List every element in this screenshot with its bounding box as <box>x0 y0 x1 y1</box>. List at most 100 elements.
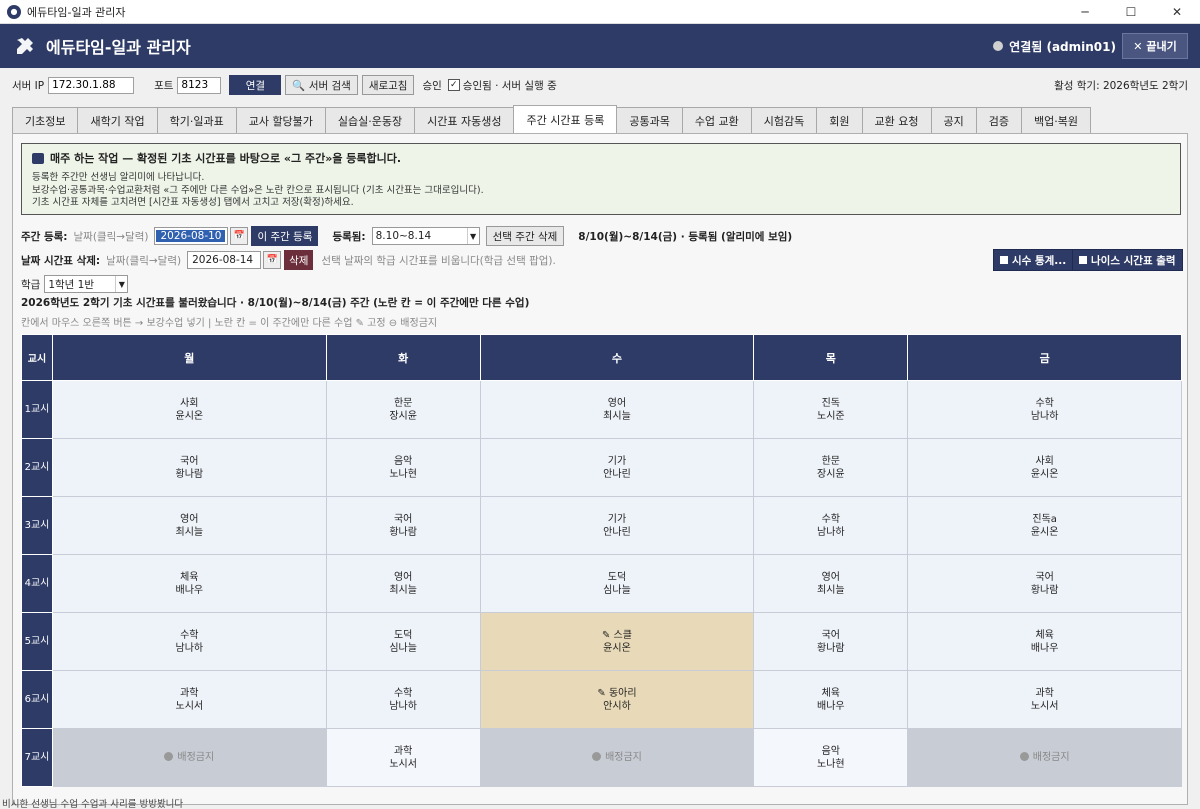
tab-4[interactable]: 실습실·운동장 <box>324 107 416 133</box>
timetable-cell[interactable]: 체육 배나우 <box>753 670 909 729</box>
teacher: 남나하 <box>389 700 417 712</box>
class-select[interactable]: 1학년 1반 ▼ <box>44 275 129 293</box>
tab-10[interactable]: 회원 <box>816 107 863 133</box>
timetable-cell[interactable]: 기가 안나린 <box>479 496 755 555</box>
week-date-hint: 날짜(클릭→달력) <box>73 230 149 243</box>
timetable-cell[interactable]: 진독 노시준 <box>753 380 909 439</box>
timetable-cell[interactable]: 영어 최시늘 <box>52 496 327 555</box>
calendar-icon <box>32 152 44 164</box>
tab-3[interactable]: 교사 할당불가 <box>235 107 326 133</box>
timetable-cell[interactable]: 사회 윤시온 <box>52 380 327 439</box>
subject: 과학 <box>1035 687 1054 699</box>
delete-week-button[interactable]: 선택 주간 삭제 <box>485 226 565 246</box>
timetable-cell[interactable]: 기가 안나린 <box>479 438 755 497</box>
timetable-cell[interactable]: 체육 배나우 <box>907 612 1182 671</box>
timetable-cell[interactable]: ✎ 동아리 안시하 <box>479 670 755 729</box>
exit-button[interactable]: ✕ 끝내기 <box>1122 33 1188 59</box>
tab-7[interactable]: 공통과목 <box>616 107 683 133</box>
tab-9[interactable]: 시험감독 <box>750 107 818 133</box>
day-header: 수 <box>479 334 755 381</box>
nice-print-button[interactable]: 나이스 시간표 출력 <box>1072 249 1183 271</box>
tab-0[interactable]: 기초정보 <box>12 107 79 133</box>
stats-button[interactable]: 시수 통계... <box>993 249 1074 271</box>
timetable-cell[interactable]: 한문 장시윤 <box>753 438 909 497</box>
print-icon <box>1079 256 1087 264</box>
week-calendar-icon[interactable]: 📅 <box>230 227 249 245</box>
connect-button[interactable]: 연결 <box>229 75 282 95</box>
maximize-button[interactable]: ☐ <box>1108 0 1154 24</box>
timetable-cell[interactable]: 과학 노시서 <box>52 670 327 729</box>
register-week-button[interactable]: 이 주간 등록 <box>251 226 319 246</box>
tab-12[interactable]: 공지 <box>930 107 977 133</box>
timetable-cell[interactable]: 도덕 심나늘 <box>479 554 755 613</box>
tab-5[interactable]: 시간표 자동생성 <box>414 107 515 133</box>
server-toolbar: 서버 IP 포트 연결 🔍 서버 검색 새로고침 승인 ✓ 승인됨 · 서버 실… <box>0 68 1200 102</box>
refresh-button[interactable]: 새로고침 <box>361 75 415 95</box>
tab-11[interactable]: 교환 요청 <box>861 107 932 133</box>
timetable-cell[interactable]: 음악 노나현 <box>325 438 481 497</box>
timetable-cell[interactable]: 도덕 심나늘 <box>325 612 481 671</box>
teacher: 배나우 <box>817 700 845 712</box>
registered-week-select[interactable]: 8.10~8.14 ▼ <box>371 227 480 245</box>
teacher: 황나람 <box>389 526 417 538</box>
timetable-cell[interactable]: 국어 황나람 <box>325 496 481 555</box>
timetable-cell[interactable]: 영어 최시늘 <box>325 554 481 613</box>
teacher: 안나린 <box>603 468 631 480</box>
subject: 기가 <box>607 455 627 467</box>
tab-1[interactable]: 새학기 작업 <box>77 107 158 133</box>
timetable-cell[interactable]: 국어 황나람 <box>907 554 1182 613</box>
minimize-button[interactable]: ─ <box>1062 0 1108 24</box>
timetable-cell[interactable]: 과학 노시서 <box>325 728 481 787</box>
subject: 기가 <box>607 513 627 525</box>
timetable-cell[interactable]: 수학 남나하 <box>325 670 481 729</box>
timetable-cell[interactable]: 과학 노시서 <box>907 670 1182 729</box>
tab-14[interactable]: 백업·복원 <box>1021 107 1091 133</box>
timetable-cell[interactable]: 수학 남나하 <box>907 380 1182 439</box>
timetable-cell-blocked[interactable]: 배정금지 <box>479 728 755 787</box>
subject: 체육 <box>821 687 841 699</box>
date-delete-label: 날짜 시간표 삭제: <box>21 254 101 267</box>
tab-2[interactable]: 학기·일과표 <box>156 107 237 133</box>
delete-calendar-icon[interactable]: 📅 <box>263 251 282 269</box>
timetable-cell[interactable]: 음악 노나현 <box>753 728 909 787</box>
app-header: 에듀타임-일과 관리자 연결됨 (admin01) ✕ 끝내기 <box>0 24 1200 68</box>
tab-8[interactable]: 수업 교환 <box>681 107 752 133</box>
period-label: 1교시 <box>21 380 53 439</box>
week-status-text: 8/10(월)~8/14(금) · 등록됨 (알리미에 보임) <box>578 230 793 243</box>
tab-13[interactable]: 검증 <box>975 107 1023 133</box>
timetable-cell[interactable]: 수학 남나하 <box>753 496 909 555</box>
timetable-cell-blocked[interactable]: 배정금지 <box>52 728 327 787</box>
timetable-cell[interactable]: 수학 남나하 <box>52 612 327 671</box>
timetable-cell[interactable]: 국어 황나람 <box>52 438 327 497</box>
tools-icon <box>14 35 36 57</box>
weekly-timetable: 교시 월 화 수 목 금 1교시 사회 윤시온 한문 장시윤 영어 최시늘 진독 노시준 수학 남나하 2교시 국어… <box>21 334 1182 787</box>
timetable-cell[interactable]: 한문 장시윤 <box>325 380 481 439</box>
approved-checkbox[interactable]: ✓ <box>447 79 460 91</box>
port-label: 포트 <box>154 79 174 92</box>
timetable-cell[interactable]: 영어 최시늘 <box>479 380 755 439</box>
date-delete-desc: 선택 날짜의 학급 시간표를 비웁니다(학급 선택 팝업). <box>321 254 556 267</box>
teacher: 장시윤 <box>817 468 845 480</box>
timetable-cell[interactable]: 체육 배나우 <box>52 554 327 613</box>
period-label: 6교시 <box>21 670 53 729</box>
teacher: 최시늘 <box>817 584 845 596</box>
footer-status: 비시한 선생님 수업 수업과 사리를 방방봤니다 <box>2 799 184 809</box>
timetable-cell[interactable]: 사회 윤시온 <box>907 438 1182 497</box>
info-line-3: 기초 시간표 자체를 고치려면 [시간표 자동생성] 탭에서 고치고 저장(확정… <box>32 197 354 208</box>
timetable-cell[interactable]: ✎ 스클 윤시온 <box>479 612 755 671</box>
period-header: 교시 <box>21 334 53 381</box>
timetable-cell[interactable]: 영어 최시늘 <box>753 554 909 613</box>
server-ip-input[interactable] <box>48 76 135 94</box>
week-date-input[interactable]: 2026-08-10 <box>154 227 229 245</box>
close-button[interactable]: ✕ <box>1154 0 1200 24</box>
delete-date-input[interactable]: 2026-08-14 <box>187 251 262 269</box>
timetable-cell[interactable]: 진독a 윤시온 <box>907 496 1182 555</box>
delete-date-button[interactable]: 삭제 <box>284 250 314 270</box>
port-input[interactable] <box>177 76 222 94</box>
timetable-cell-blocked[interactable]: 배정금지 <box>907 728 1182 787</box>
timetable-cell[interactable]: 국어 황나람 <box>753 612 909 671</box>
subject: 영어 <box>180 513 199 525</box>
tab-6[interactable]: 주간 시간표 등록 <box>513 105 618 133</box>
date-delete-hint: 날짜(클릭→달력) <box>106 254 182 267</box>
server-search-button[interactable]: 🔍 서버 검색 <box>285 75 358 95</box>
